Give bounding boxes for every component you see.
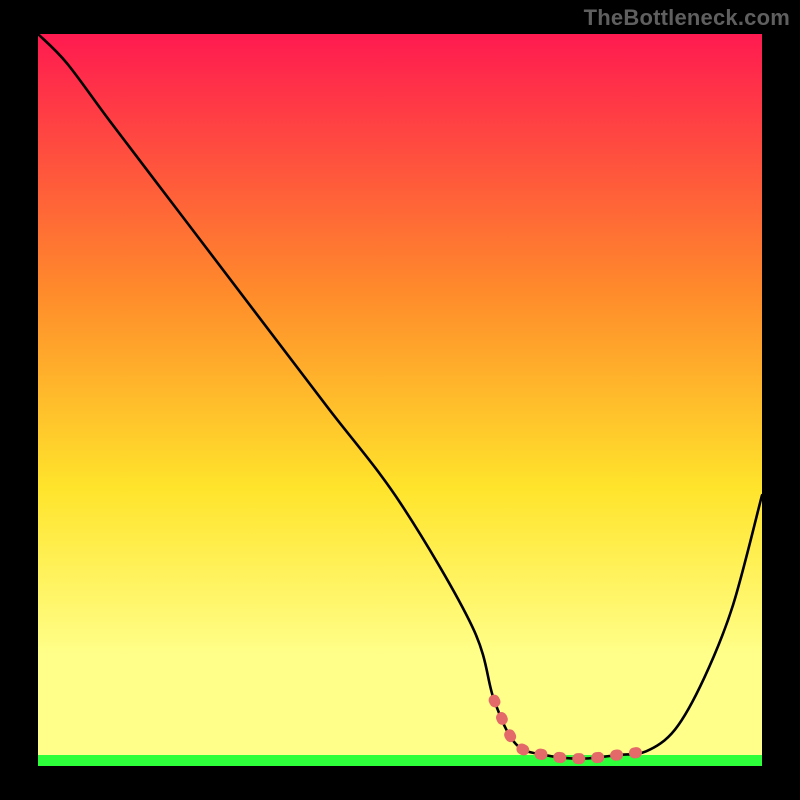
chart-stage: { "attribution": "TheBottleneck.com", "c… xyxy=(0,0,800,800)
plot-background xyxy=(38,34,762,766)
bottleneck-chart xyxy=(0,0,800,800)
attribution-text: TheBottleneck.com xyxy=(584,5,790,31)
